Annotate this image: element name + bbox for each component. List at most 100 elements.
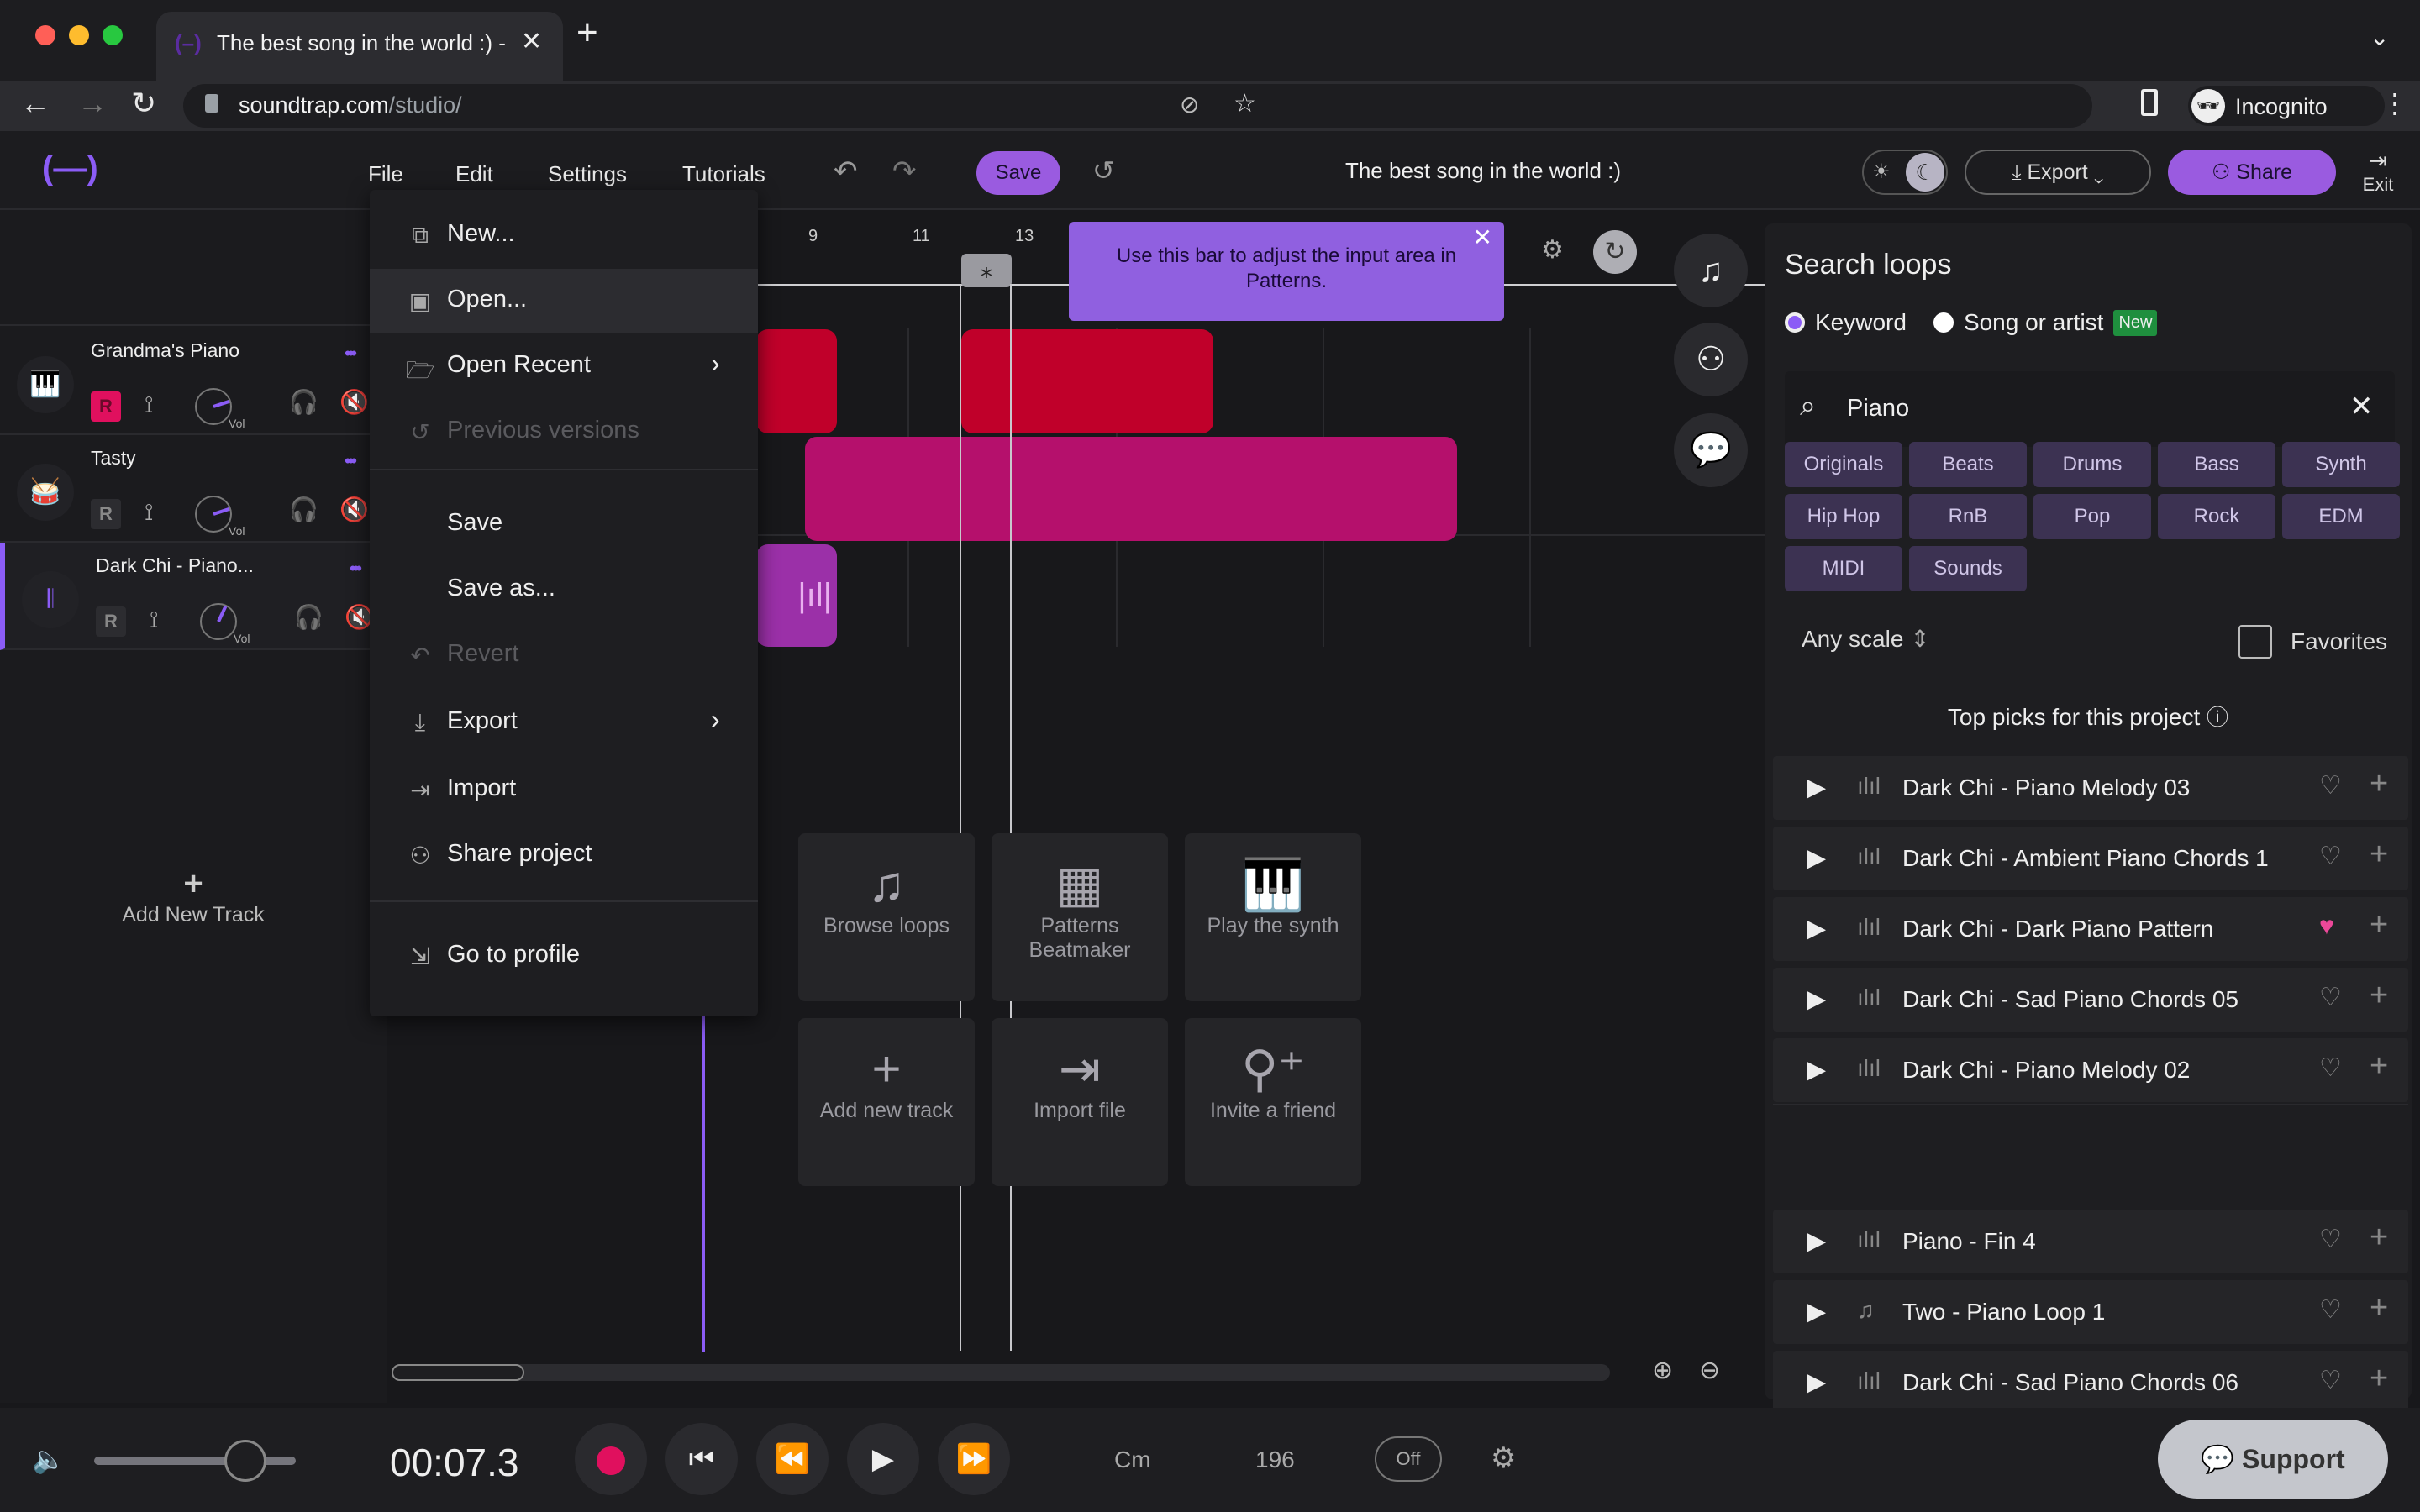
record-arm-button[interactable]: R bbox=[96, 606, 126, 637]
incognito-profile-button[interactable]: 🕶 Incognito bbox=[2188, 86, 2385, 126]
add-loop-icon[interactable]: + bbox=[2370, 907, 2388, 943]
add-loop-icon[interactable]: + bbox=[2370, 837, 2388, 873]
menu-file[interactable]: File bbox=[368, 161, 403, 187]
category-chip[interactable]: EDM bbox=[2282, 494, 2400, 539]
file-menu-item[interactable]: ⇥ Import bbox=[370, 758, 758, 822]
loop-end-marker[interactable] bbox=[1010, 284, 1012, 1351]
add-loop-icon[interactable]: + bbox=[2370, 978, 2388, 1014]
address-bar[interactable]: soundtrap.com/studio/ ⊘ ☆ bbox=[183, 84, 2092, 128]
headphones-solo-icon[interactable]: 🎧 bbox=[294, 603, 324, 631]
add-new-track-tile[interactable]: + Add new track bbox=[798, 1018, 975, 1186]
close-tooltip-icon[interactable]: ✕ bbox=[1473, 225, 1492, 250]
file-menu-item[interactable]: ⧉ New... bbox=[370, 203, 758, 267]
scrollbar-thumb[interactable] bbox=[392, 1364, 524, 1381]
category-chip[interactable]: Originals bbox=[1785, 442, 1902, 487]
key-display[interactable]: Cm bbox=[1114, 1446, 1151, 1473]
undo-icon[interactable]: ↶ bbox=[834, 155, 858, 188]
heart-filled-icon[interactable]: ♥ bbox=[2319, 912, 2334, 941]
track-options-icon[interactable]: ••• bbox=[345, 343, 357, 365]
category-chip[interactable]: Drums bbox=[2033, 442, 2151, 487]
track-row-selected[interactable]: 𝄃 Dark Chi - Piano... ••• R ⟟ Vol 🎧 🔇 bbox=[0, 543, 374, 650]
file-menu-item[interactable]: Save bbox=[370, 492, 758, 556]
minimize-window-button[interactable] bbox=[69, 25, 89, 45]
automation-icon[interactable]: ⟟ bbox=[150, 606, 158, 634]
forward-icon[interactable]: → bbox=[77, 86, 108, 121]
close-tab-icon[interactable]: ✕ bbox=[521, 27, 542, 56]
skip-to-start-button[interactable]: ⏮ bbox=[666, 1423, 738, 1495]
loop-row[interactable]: ▶ ♫ Two - Piano Loop 1 ♡ + bbox=[1773, 1280, 2408, 1344]
play-loop-icon[interactable]: ▶ bbox=[1807, 1226, 1826, 1256]
mute-icon[interactable]: 🔇 bbox=[339, 388, 369, 416]
support-button[interactable]: 💬 Support bbox=[2158, 1420, 2388, 1499]
automation-icon[interactable]: ⟟ bbox=[145, 499, 153, 527]
add-loop-icon[interactable]: + bbox=[2370, 1361, 2388, 1397]
loop-row[interactable]: ▶ ılıl Dark Chi - Sad Piano Chords 05 ♡ + bbox=[1773, 968, 2408, 1032]
reload-icon[interactable]: ↻ bbox=[131, 86, 156, 121]
heart-icon[interactable]: ♡ bbox=[2319, 1225, 2342, 1254]
favorites-label[interactable]: Favorites bbox=[2291, 628, 2387, 655]
version-history-icon[interactable]: ↺ bbox=[1092, 155, 1115, 186]
rewind-button[interactable]: ⏪ bbox=[756, 1423, 829, 1495]
bookmark-star-icon[interactable]: ☆ bbox=[1234, 89, 1256, 118]
pattern-clip[interactable] bbox=[805, 437, 1457, 541]
export-button[interactable]: ⤓ Export ⌄ bbox=[1965, 150, 2151, 195]
play-synth-tile[interactable]: 🎹 Play the synth bbox=[1185, 833, 1361, 1001]
loop-row[interactable]: ▶ ılıl Dark Chi - Dark Piano Pattern ♥ + bbox=[1773, 897, 2408, 961]
play-loop-icon[interactable]: ▶ bbox=[1807, 773, 1826, 802]
heart-icon[interactable]: ♡ bbox=[2319, 1053, 2342, 1083]
loop-search-input[interactable]: ⌕ Piano ✕ bbox=[1785, 371, 2395, 447]
record-arm-button[interactable]: R bbox=[91, 391, 121, 422]
heart-icon[interactable]: ♡ bbox=[2319, 842, 2342, 871]
loop-row[interactable]: ▶ ılıl Piano - Fin 4 ♡ + bbox=[1773, 1210, 2408, 1273]
heart-icon[interactable]: ♡ bbox=[2319, 1366, 2342, 1395]
file-menu-item[interactable]: Save as... bbox=[370, 558, 758, 622]
add-loop-icon[interactable]: + bbox=[2370, 1048, 2388, 1084]
track-row[interactable]: 🎹 Grandma's Piano ••• R ⟟ Vol 🎧 🔇 bbox=[0, 328, 370, 435]
loop-row[interactable]: ▶ ılıl Dark Chi - Piano Melody 03 ♡ + bbox=[1773, 756, 2408, 820]
new-tab-button[interactable]: + bbox=[576, 12, 598, 54]
fast-forward-button[interactable]: ⏩ bbox=[938, 1423, 1010, 1495]
file-menu-item[interactable]: 🗁 Open Recent › bbox=[370, 334, 758, 398]
tempo-display[interactable]: 196 bbox=[1255, 1446, 1295, 1473]
loop-row[interactable]: ▶ ılıl Dark Chi - Sad Piano Chords 06 ♡ + bbox=[1773, 1351, 2408, 1415]
tracking-protection-icon[interactable]: ⊘ bbox=[1180, 91, 1199, 118]
track-name[interactable]: Tasty bbox=[91, 447, 136, 470]
track-options-icon[interactable]: ••• bbox=[345, 450, 357, 472]
track-row[interactable]: 🥁 Tasty ••• R ⟟ Vol 🎧 🔇 bbox=[0, 435, 370, 543]
input-area-handle[interactable]: ⁎ bbox=[961, 254, 1012, 287]
category-chip[interactable]: Beats bbox=[1909, 442, 2027, 487]
category-chip[interactable]: Rock bbox=[2158, 494, 2275, 539]
midi-clip[interactable] bbox=[961, 329, 1213, 433]
loops-panel-button[interactable]: ♫ bbox=[1674, 234, 1748, 307]
play-button[interactable]: ▶ bbox=[847, 1423, 919, 1495]
category-chip[interactable]: RnB bbox=[1909, 494, 2027, 539]
automation-icon[interactable]: ⟟ bbox=[145, 391, 153, 419]
headphones-solo-icon[interactable]: 🎧 bbox=[289, 388, 318, 416]
keyword-radio[interactable] bbox=[1785, 312, 1805, 333]
file-menu-item[interactable]: ⚇ Share project bbox=[370, 823, 758, 887]
headphones-solo-icon[interactable]: 🎧 bbox=[289, 496, 318, 523]
mute-icon[interactable]: 🔇 bbox=[339, 496, 369, 523]
exit-button[interactable]: ⇥ Exit bbox=[2353, 148, 2403, 196]
theme-toggle[interactable]: ☀ ☾ bbox=[1862, 150, 1948, 195]
play-loop-icon[interactable]: ▶ bbox=[1807, 914, 1826, 943]
metronome-toggle[interactable]: Off bbox=[1375, 1436, 1442, 1482]
menu-settings[interactable]: Settings bbox=[548, 161, 627, 187]
volume-knob[interactable] bbox=[195, 388, 232, 425]
record-button[interactable] bbox=[575, 1423, 647, 1495]
save-button[interactable]: Save bbox=[976, 151, 1060, 195]
add-loop-icon[interactable]: + bbox=[2370, 1290, 2388, 1326]
midi-clip[interactable] bbox=[756, 329, 837, 433]
favorites-checkbox[interactable] bbox=[2238, 625, 2272, 659]
play-loop-icon[interactable]: ▶ bbox=[1807, 843, 1826, 873]
category-chip[interactable]: Hip Hop bbox=[1785, 494, 1902, 539]
scale-select[interactable]: Any scale ⇕ bbox=[1802, 625, 1930, 653]
info-icon[interactable]: ⓘ bbox=[2207, 705, 2228, 730]
import-file-tile[interactable]: ⇥ Import file bbox=[992, 1018, 1168, 1186]
heart-icon[interactable]: ♡ bbox=[2319, 1295, 2342, 1325]
tab-list-chevron-icon[interactable]: ⌄ bbox=[2370, 24, 2389, 51]
invite-friend-tile[interactable]: ⚲⁺ Invite a friend bbox=[1185, 1018, 1361, 1186]
share-button[interactable]: ⚇ Share bbox=[2168, 150, 2336, 195]
soundtrap-logo-icon[interactable]: (—) bbox=[42, 150, 98, 187]
add-loop-icon[interactable]: + bbox=[2370, 1220, 2388, 1256]
